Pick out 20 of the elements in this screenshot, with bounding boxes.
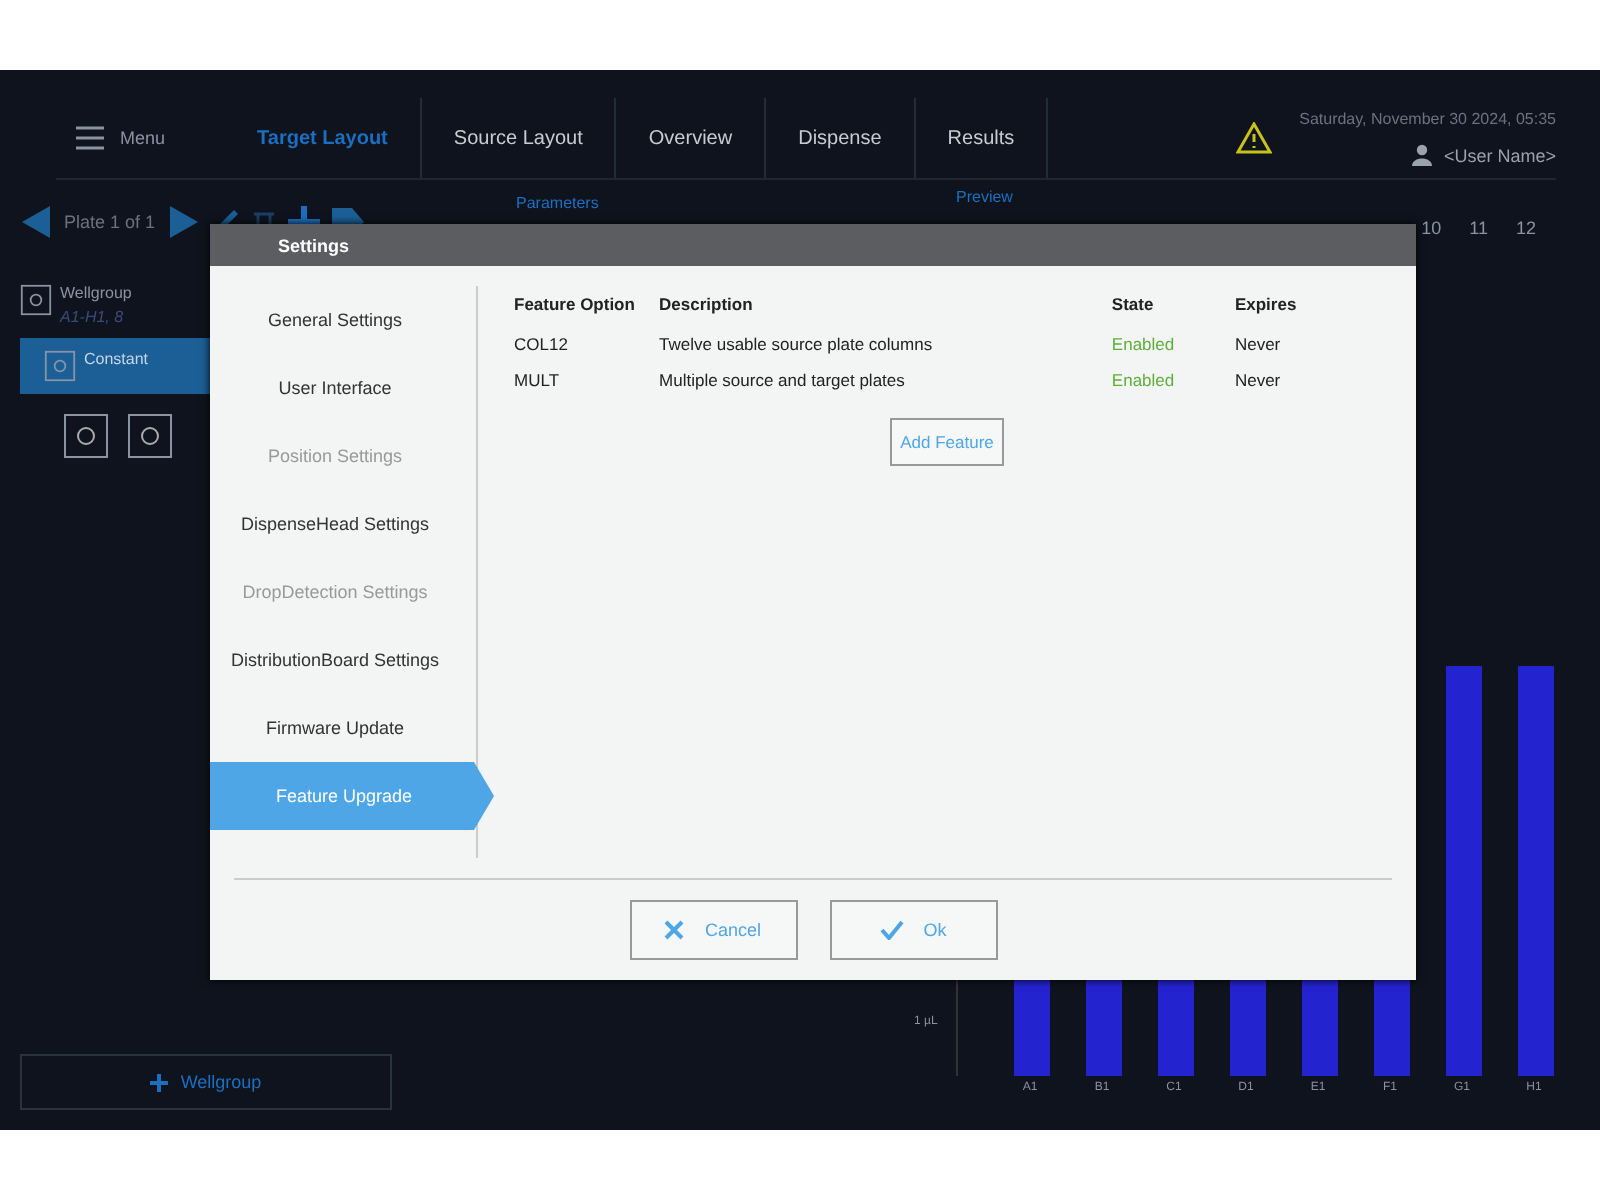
column-header: Expires — [1234, 292, 1299, 318]
column-header: Feature Option — [514, 292, 637, 318]
table-cell-text: MULT — [514, 368, 562, 394]
column-number: 12 — [1515, 218, 1536, 238]
column-number: 11 — [1469, 218, 1488, 238]
table-cell-text: Multiple source and target plates — [659, 368, 907, 394]
state-cell-text: Enabled — [1111, 332, 1177, 358]
preview-title: Preview — [956, 188, 1015, 206]
table-cell: COL12 — [514, 326, 660, 362]
table-cell-text: Never — [1234, 368, 1283, 394]
date-time: Saturday, November 30 2024, 05:35 — [1299, 110, 1556, 128]
column-number: 10 — [1421, 218, 1442, 238]
parameters-title: Parameters — [516, 194, 599, 212]
table-cell-text: Twelve usable source plate columns — [659, 332, 935, 358]
column-header: State — [1111, 292, 1156, 318]
table-cell-text: Never — [1234, 332, 1283, 358]
dialog-title: Settings — [210, 224, 1416, 266]
state-cell-text: Enabled — [1111, 368, 1177, 394]
column-header: Description — [659, 286, 1112, 326]
plate-label: Plate 1 of 1 — [64, 212, 156, 232]
